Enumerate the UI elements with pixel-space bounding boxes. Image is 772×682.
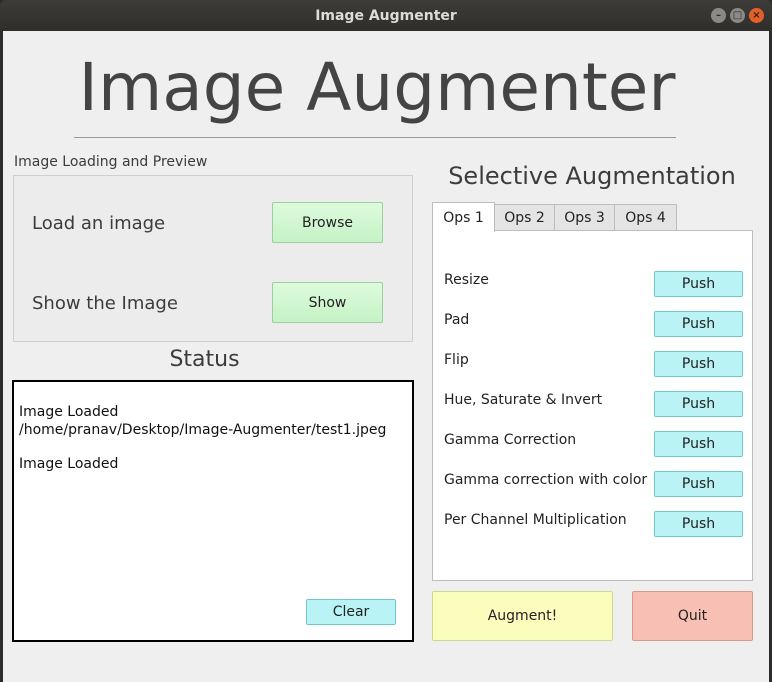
window-title: Image Augmenter	[315, 7, 457, 24]
status-line: Image Loaded	[19, 404, 119, 420]
op-label-gamma: Gamma Correction	[444, 432, 577, 448]
augment-button[interactable]: Augment!	[432, 591, 613, 641]
tab-ops-1[interactable]: Ops 1	[432, 202, 495, 232]
main-window: Image Augmenter Image Loading and Previe…	[3, 31, 769, 682]
op-label-channel-mult: Per Channel Multiplication	[444, 512, 627, 528]
channel-mult-push-button[interactable]: Push	[654, 511, 743, 537]
show-button[interactable]: Show	[272, 282, 383, 323]
pad-push-button[interactable]: Push	[654, 311, 743, 337]
flip-push-button[interactable]: Push	[654, 351, 743, 377]
hue-push-button[interactable]: Push	[654, 391, 743, 417]
header-divider	[74, 137, 676, 138]
close-icon[interactable]: ×	[749, 8, 764, 23]
status-line: /home/pranav/Desktop/Image-Augmenter/tes…	[19, 422, 387, 438]
clear-button[interactable]: Clear	[306, 599, 396, 625]
loading-group-title: Image Loading and Preview	[14, 154, 208, 170]
status-line	[19, 439, 386, 455]
ops-tab-pane: Resize Push Pad Push Flip Push Hue, Satu…	[432, 230, 753, 581]
tab-ops-3[interactable]: Ops 3	[554, 204, 615, 231]
window-titlebar[interactable]: Image Augmenter	[0, 0, 772, 31]
resize-push-button[interactable]: Push	[654, 271, 743, 297]
gamma-color-push-button[interactable]: Push	[654, 471, 743, 497]
show-image-label: Show the Image	[32, 293, 178, 314]
loading-group: Load an image Browse Show the Image Show	[13, 175, 413, 342]
op-label-hue: Hue, Saturate & Invert	[444, 392, 603, 408]
quit-button[interactable]: Quit	[632, 591, 753, 641]
status-title: Status	[169, 347, 240, 372]
app-heading: Image Augmenter	[78, 49, 676, 126]
load-image-label: Load an image	[32, 213, 166, 234]
maximize-icon[interactable]: □	[730, 8, 745, 23]
status-text: Image Loaded /home/pranav/Desktop/Image-…	[19, 403, 386, 473]
browse-button[interactable]: Browse	[272, 202, 383, 243]
gamma-push-button[interactable]: Push	[654, 431, 743, 457]
op-label-gamma-color: Gamma correction with color	[444, 472, 648, 488]
status-line: Image Loaded	[19, 456, 119, 472]
op-label-flip: Flip	[444, 352, 469, 368]
augmentation-title: Selective Augmentation	[448, 162, 736, 190]
tab-ops-2[interactable]: Ops 2	[494, 204, 555, 231]
status-log[interactable]: Image Loaded /home/pranav/Desktop/Image-…	[12, 380, 414, 642]
minimize-icon[interactable]: –	[711, 8, 726, 23]
tab-ops-4[interactable]: Ops 4	[614, 204, 677, 231]
op-label-pad: Pad	[444, 312, 470, 328]
op-label-resize: Resize	[444, 272, 489, 288]
